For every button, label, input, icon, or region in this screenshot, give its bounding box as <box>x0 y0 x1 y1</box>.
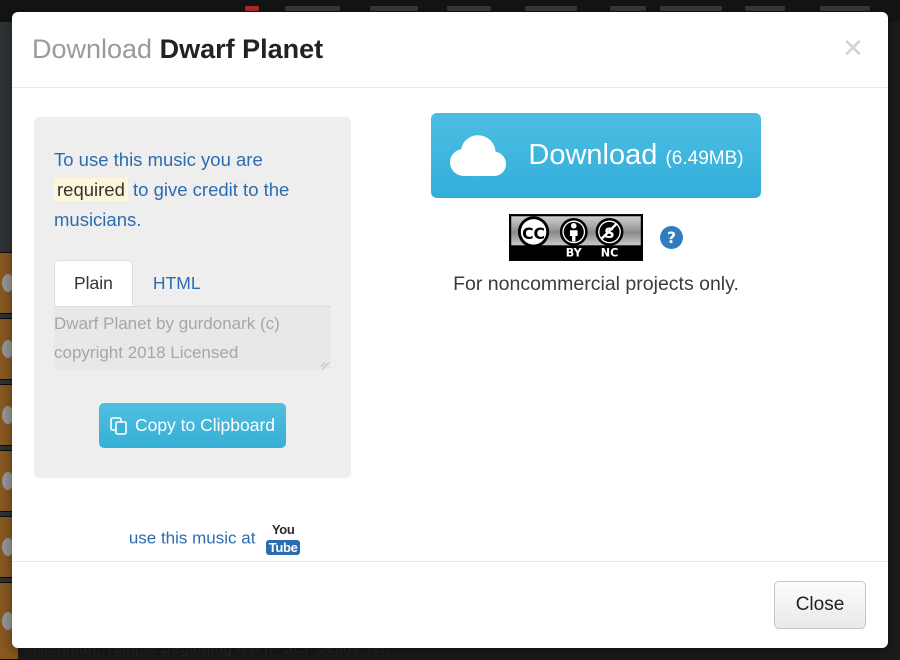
copy-to-clipboard-label: Copy to Clipboard <box>134 415 276 435</box>
copy-icon <box>110 416 127 435</box>
close-icon[interactable]: ✕ <box>840 36 866 62</box>
navbar-item <box>285 6 340 11</box>
youtube-logo-top: You <box>271 522 295 537</box>
download-label-text: Download <box>528 139 658 171</box>
youtube-logo-icon: You Tube <box>266 519 301 555</box>
modal-footer: Close <box>12 562 888 648</box>
use-music-on-youtube-link[interactable]: use this music at You Tube <box>34 523 395 555</box>
navbar-item <box>820 6 870 11</box>
help-question-icon[interactable]: ? <box>659 225 684 250</box>
svg-text:NC: NC <box>600 246 618 259</box>
navbar-item <box>525 6 577 11</box>
navbar-item <box>745 6 785 11</box>
close-button[interactable]: Close <box>774 581 866 629</box>
tab-plain[interactable]: Plain <box>54 260 133 306</box>
modal-title-track-name: Dwarf Planet <box>159 34 324 64</box>
navbar-item <box>660 6 722 11</box>
navbar-item <box>447 6 491 11</box>
download-button-label: Download (6.49MB) <box>528 139 743 172</box>
credit-panel: To use this music you are required to gi… <box>34 117 351 555</box>
attribution-textarea[interactable] <box>54 307 331 369</box>
credit-instructions-before: To use this music you are <box>54 149 263 170</box>
svg-text:?: ? <box>666 229 675 247</box>
credit-instructions: To use this music you are required to gi… <box>54 145 329 235</box>
download-file-size: (6.49MB) <box>665 148 744 169</box>
page-title: Download Dwarf Planet <box>32 34 323 65</box>
modal-body: To use this music you are required to gi… <box>12 88 888 562</box>
creative-commons-by-nc-badge-icon[interactable]: CC S BY NC <box>508 214 643 261</box>
youtube-logo-bottom: Tube <box>266 540 301 555</box>
credit-format-tabs: Plain HTML <box>54 260 331 307</box>
svg-text:CC: CC <box>522 224 545 243</box>
download-button[interactable]: Download (6.49MB) <box>431 113 761 198</box>
modal-header: Download Dwarf Planet ✕ <box>12 12 888 88</box>
copy-to-clipboard-button[interactable]: Copy to Clipboard <box>99 403 286 448</box>
youtube-link-label: use this music at <box>128 528 256 548</box>
license-caption: For noncommercial projects only. <box>453 273 739 295</box>
tab-html[interactable]: HTML <box>133 260 221 305</box>
download-modal: Download Dwarf Planet ✕ To use this musi… <box>12 12 888 648</box>
navbar-logo-mark <box>245 6 259 11</box>
modal-title-prefix: Download <box>32 34 153 64</box>
navbar-item <box>610 6 646 11</box>
license-row: CC S BY NC ? <box>431 214 761 261</box>
svg-text:BY: BY <box>565 246 582 259</box>
credit-required-highlight: required <box>54 178 128 201</box>
navbar-item <box>370 6 418 11</box>
cloud-download-icon <box>450 134 507 176</box>
